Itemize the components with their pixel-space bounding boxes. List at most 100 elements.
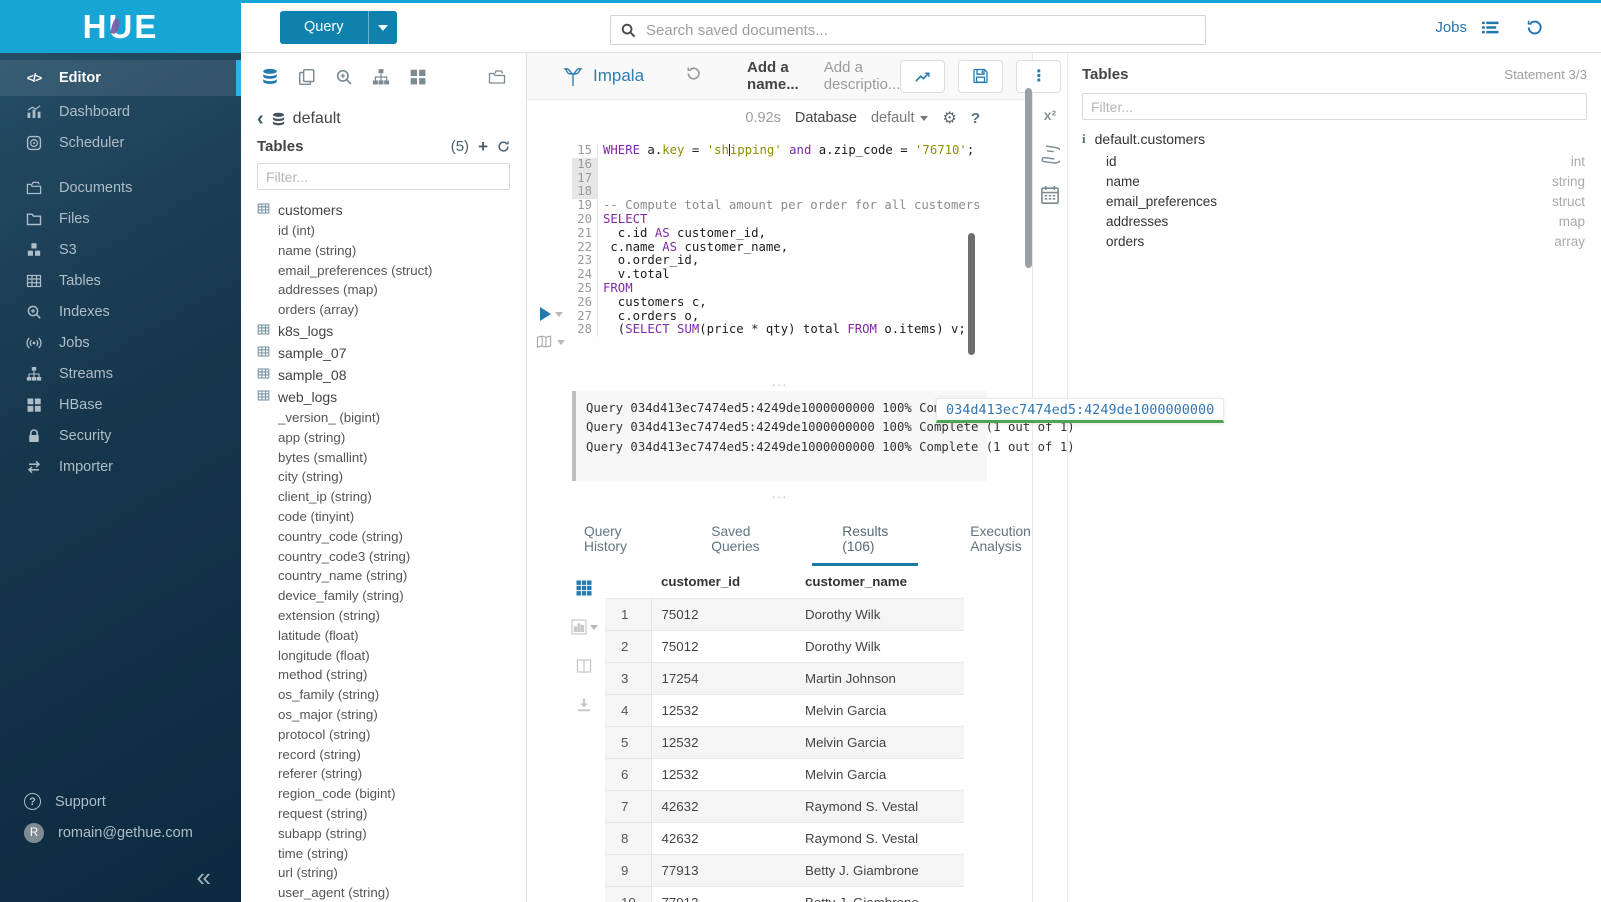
job-id-link[interactable]: 034d413ec7474ed5:4249de1000000000 bbox=[936, 398, 1224, 423]
code-line[interactable]: 22 c.name AS customer_name, bbox=[572, 241, 981, 255]
column-header[interactable]: customer_id bbox=[651, 566, 795, 599]
sql-editor[interactable]: 15WHERE a.key = 'shipping' and a.zip_cod… bbox=[527, 136, 1032, 381]
code-line[interactable]: 23 o.order_id, bbox=[572, 254, 981, 268]
column-item[interactable]: request (string) bbox=[257, 804, 526, 824]
query-description-field[interactable]: Add a descriptio... bbox=[824, 59, 901, 93]
column-item[interactable]: time (string) bbox=[257, 844, 526, 864]
query-dropdown-button[interactable] bbox=[368, 11, 397, 44]
sidebar-item-indexes[interactable]: Indexes bbox=[0, 296, 241, 327]
tab-execution-analysis[interactable]: Execution Analysis bbox=[970, 524, 1032, 566]
column-header[interactable]: customer_name bbox=[795, 566, 964, 599]
explain-options-caret[interactable] bbox=[557, 340, 565, 345]
jobs-link[interactable]: Jobs bbox=[1435, 19, 1467, 36]
column-item[interactable]: extension (string) bbox=[257, 606, 526, 626]
right-filter-input[interactable] bbox=[1091, 99, 1578, 115]
column-item[interactable]: bytes (smallint) bbox=[257, 448, 526, 468]
history-icon[interactable] bbox=[1526, 19, 1543, 36]
sidebar-item-scheduler[interactable]: Scheduler bbox=[0, 127, 241, 158]
settings-gear-icon[interactable]: ⚙ bbox=[942, 108, 956, 128]
column-item[interactable]: url (string) bbox=[257, 863, 526, 883]
tab-query-history[interactable]: Query History bbox=[584, 524, 629, 566]
assist-column-row[interactable]: email_preferencesstruct bbox=[1082, 191, 1587, 211]
language-reference-icon[interactable] bbox=[1040, 144, 1060, 164]
column-item[interactable]: app (string) bbox=[257, 428, 526, 448]
table-row[interactable]: 842632Raymond S. VestalBS59022798 bbox=[605, 823, 964, 855]
sidebar-item-security[interactable]: Security bbox=[0, 420, 241, 451]
assist-column-row[interactable]: addressesmap bbox=[1082, 212, 1587, 232]
right-filter[interactable] bbox=[1082, 93, 1587, 120]
functions-icon[interactable]: x² bbox=[1044, 107, 1056, 123]
download-icon[interactable] bbox=[576, 697, 592, 713]
code-line[interactable]: 15WHERE a.key = 'shipping' and a.zip_cod… bbox=[572, 144, 981, 158]
table-row[interactable]: 977913Betty J. GiambroneDN88151320 bbox=[605, 855, 964, 887]
global-search[interactable] bbox=[610, 15, 1206, 45]
search-input[interactable] bbox=[646, 22, 1195, 39]
table-row[interactable]: 512532Melvin GarciaB8623C2507 bbox=[605, 727, 964, 759]
column-item[interactable]: name (string) bbox=[257, 241, 526, 261]
table-item[interactable]: sample_07 bbox=[257, 342, 526, 364]
more-actions-button[interactable]: ⋮ bbox=[1016, 60, 1061, 93]
chart-type-caret[interactable] bbox=[590, 625, 598, 630]
sitemap-source-icon[interactable] bbox=[372, 68, 390, 86]
code-line[interactable]: 20SELECT bbox=[572, 213, 981, 227]
column-item[interactable]: protocol (string) bbox=[257, 725, 526, 745]
editor-scrollbar[interactable] bbox=[968, 233, 975, 355]
sidebar-item-documents[interactable]: Documents bbox=[0, 172, 241, 203]
add-table-button[interactable]: + bbox=[478, 140, 488, 154]
code-line[interactable]: 21 c.id AS customer_id, bbox=[572, 227, 981, 241]
save-button[interactable] bbox=[958, 60, 1003, 93]
tab-results-106-[interactable]: Results (106) bbox=[812, 524, 918, 566]
assist-column-row[interactable]: namestring bbox=[1082, 171, 1587, 191]
table-row[interactable]: 1077913Betty J. GiambroneXR27714315 bbox=[605, 887, 964, 902]
tables-filter-input[interactable] bbox=[266, 169, 501, 185]
sidebar-item-hbase[interactable]: HBase bbox=[0, 389, 241, 420]
column-item[interactable]: subapp (string) bbox=[257, 824, 526, 844]
column-item[interactable]: method (string) bbox=[257, 665, 526, 685]
sidebar-item-editor[interactable]: </>Editor bbox=[0, 60, 241, 96]
table-row[interactable]: 742632Raymond S. VestalHS31241944 bbox=[605, 791, 964, 823]
jobs-list-icon[interactable] bbox=[1482, 19, 1499, 36]
apps-grid-icon[interactable] bbox=[409, 68, 427, 86]
table-item[interactable]: web_logs bbox=[257, 386, 526, 408]
folder-documents-icon[interactable] bbox=[488, 68, 506, 86]
column-item[interactable]: addresses (map) bbox=[257, 280, 526, 300]
results-resize-handle[interactable]: ··· bbox=[527, 493, 1032, 503]
code-line[interactable]: 28 (SELECT SUM(price * qty) total FROM o… bbox=[572, 323, 981, 337]
table-item[interactable]: customers bbox=[257, 199, 526, 221]
hue-logo[interactable]: HUE bbox=[0, 0, 241, 53]
column-item[interactable]: client_ip (string) bbox=[257, 487, 526, 507]
table-row[interactable]: 175012Dorothy Wilk4056711918 bbox=[605, 599, 964, 631]
sidebar-item-files[interactable]: Files bbox=[0, 203, 241, 234]
active-table-row[interactable]: i default.customers bbox=[1082, 128, 1587, 151]
table-row[interactable]: 275012Dorothy WilkJ882C296 bbox=[605, 631, 964, 663]
code-line[interactable]: 16 bbox=[572, 158, 981, 172]
assist-column-row[interactable]: ordersarray bbox=[1082, 232, 1587, 252]
column-item[interactable]: latitude (float) bbox=[257, 626, 526, 646]
column-item[interactable]: referer (string) bbox=[257, 764, 526, 784]
code-line[interactable]: 18 bbox=[572, 185, 981, 199]
database-source-icon[interactable] bbox=[261, 68, 279, 86]
sidebar-item-tables[interactable]: Tables bbox=[0, 265, 241, 296]
table-row[interactable]: 317254Martin JohnsonI72T3918 bbox=[605, 663, 964, 695]
column-item[interactable]: orders (array) bbox=[257, 300, 526, 320]
column-item[interactable]: email_preferences (struct) bbox=[257, 261, 526, 281]
column-item[interactable]: country_name (string) bbox=[257, 566, 526, 586]
engine-selector[interactable]: Impala bbox=[563, 65, 644, 87]
column-item[interactable]: os_family (string) bbox=[257, 685, 526, 705]
sidebar-item-importer[interactable]: Importer bbox=[0, 451, 241, 482]
column-item[interactable]: os_major (string) bbox=[257, 705, 526, 725]
grid-view-icon[interactable] bbox=[576, 580, 592, 596]
code-line[interactable]: 26 customers c, bbox=[572, 296, 981, 310]
panel-scrollbar[interactable] bbox=[1025, 88, 1032, 268]
support-link[interactable]: ? Support bbox=[0, 786, 241, 817]
column-item[interactable]: region_code (bigint) bbox=[257, 784, 526, 804]
table-item[interactable]: k8s_logs bbox=[257, 320, 526, 342]
back-chevron-icon[interactable]: ‹ bbox=[257, 111, 264, 127]
user-menu[interactable]: R romain@gethue.com bbox=[0, 817, 241, 848]
column-item[interactable]: user_agent (string) bbox=[257, 883, 526, 902]
table-item[interactable]: sample_08 bbox=[257, 364, 526, 386]
refresh-icon[interactable] bbox=[497, 140, 510, 153]
sidebar-item-jobs[interactable]: Jobs bbox=[0, 327, 241, 358]
chart-view-icon[interactable] bbox=[571, 619, 587, 635]
sidebar-item-streams[interactable]: Streams bbox=[0, 358, 241, 389]
